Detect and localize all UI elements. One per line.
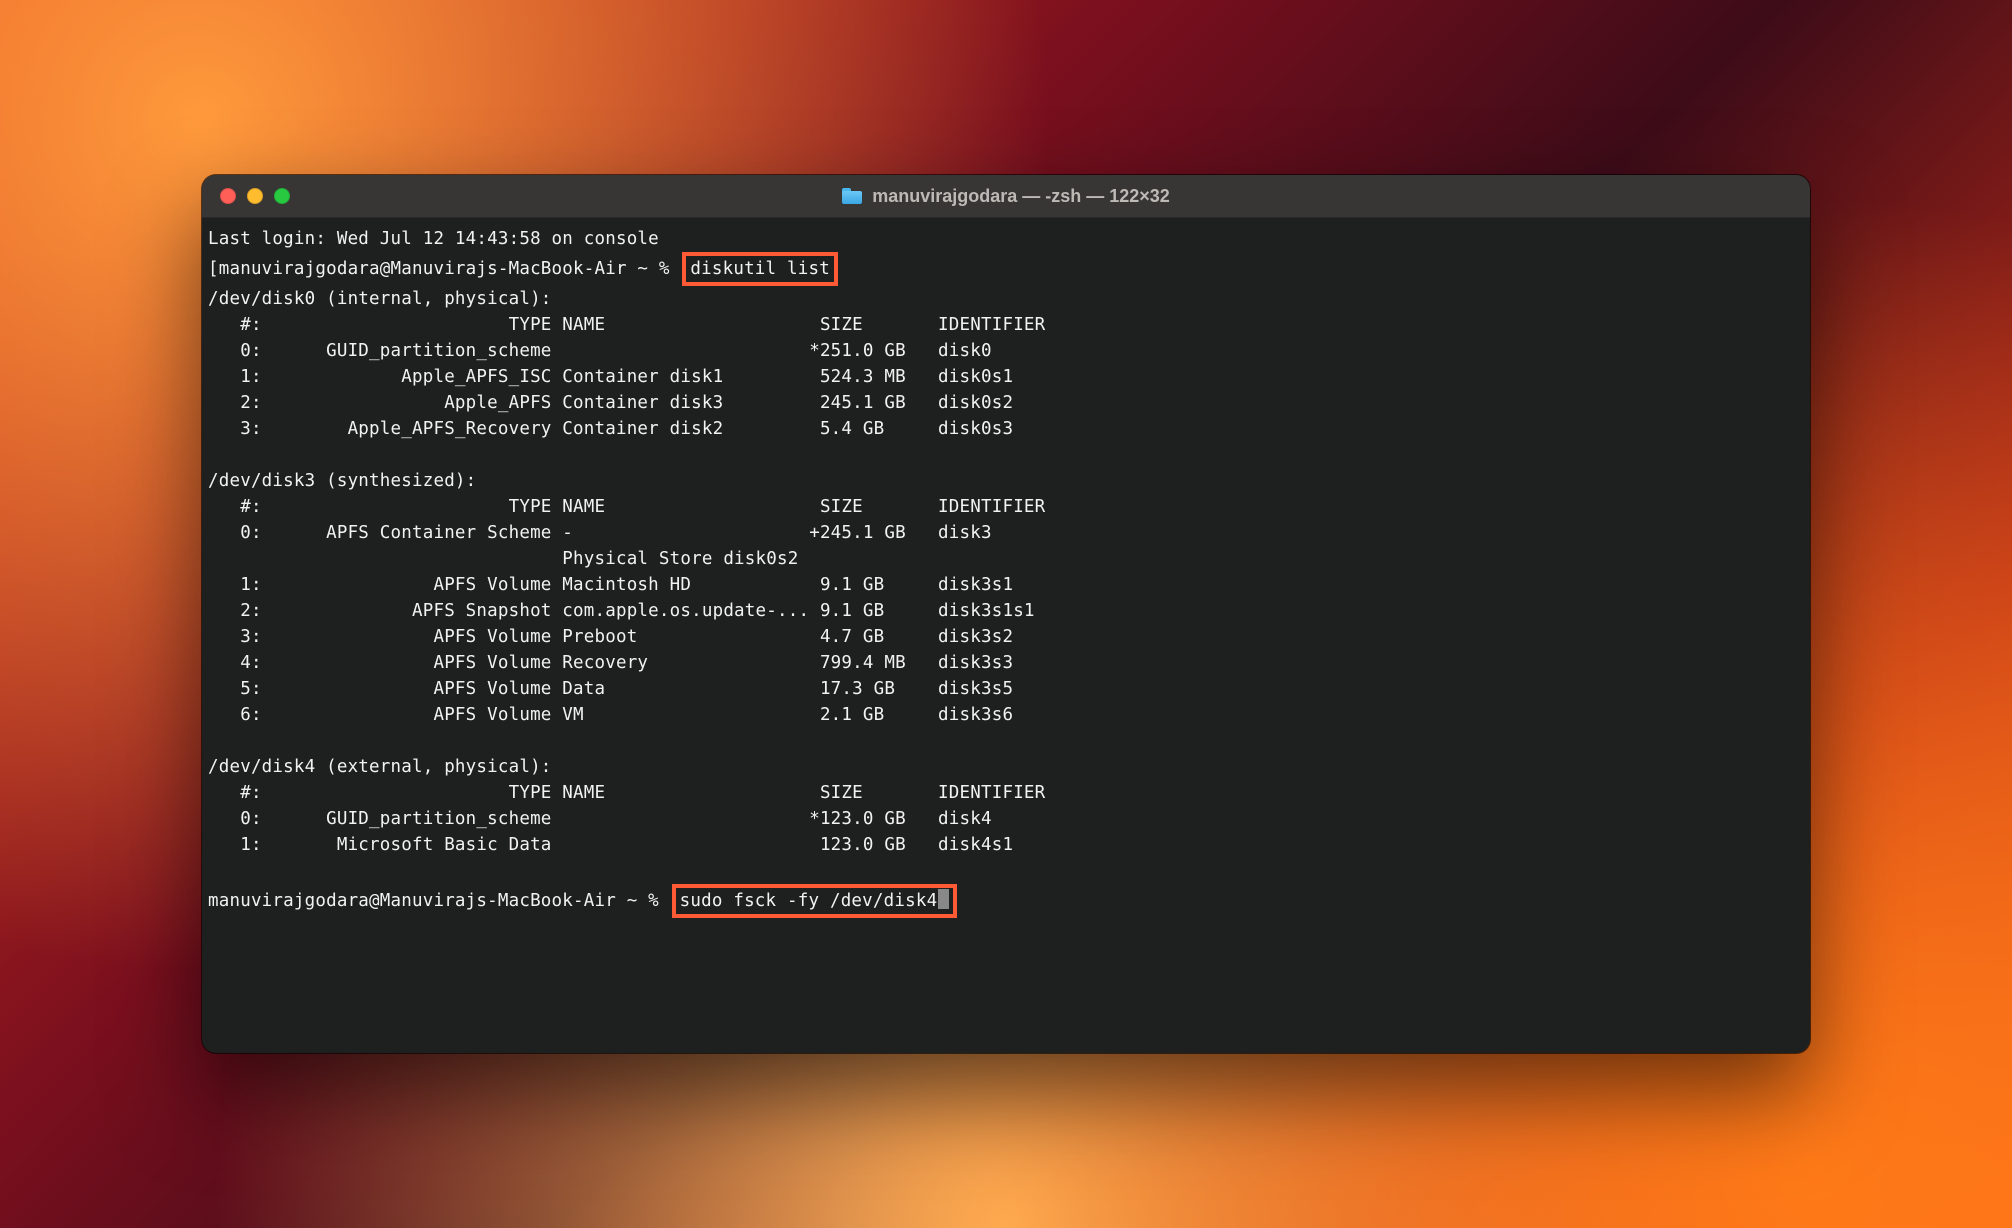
desktop-wallpaper: manuvirajgodara — -zsh — 122×32 Last log…: [0, 0, 2012, 1228]
last-login-line: Last login: Wed Jul 12 14:43:58 on conso…: [208, 229, 659, 249]
window-title: manuvirajgodara — -zsh — 122×32: [842, 186, 1170, 207]
disk0-row-3: 3: Apple_APFS_Recovery Container disk2 5…: [208, 419, 1013, 439]
prompt-1-prefix: [manuvirajgodara@Manuvirajs-MacBook-Air …: [208, 259, 680, 279]
disk3-header: /dev/disk3 (synthesized):: [208, 471, 476, 491]
terminal-window: manuvirajgodara — -zsh — 122×32 Last log…: [202, 175, 1810, 1053]
traffic-lights: [220, 188, 290, 204]
disk3-row-6: 6: APFS Volume VM 2.1 GB disk3s6: [208, 705, 1013, 725]
cursor-block-icon: [938, 889, 949, 909]
window-title-text: manuvirajgodara — -zsh — 122×32: [872, 186, 1170, 207]
disk3-row-2: 2: APFS Snapshot com.apple.os.update-...…: [208, 601, 1035, 621]
disk0-row-2: 2: Apple_APFS Container disk3 245.1 GB d…: [208, 393, 1013, 413]
prompt-2-prefix: manuvirajgodara@Manuvirajs-MacBook-Air ~…: [208, 891, 670, 911]
disk0-row-1: 1: Apple_APFS_ISC Container disk1 524.3 …: [208, 367, 1013, 387]
cmd-fsck: sudo fsck -fy /dev/disk4: [680, 891, 938, 911]
terminal-viewport[interactable]: Last login: Wed Jul 12 14:43:58 on conso…: [202, 218, 1810, 924]
disk4-row-1: 1: Microsoft Basic Data 123.0 GB disk4s1: [208, 835, 1013, 855]
highlight-diskutil: diskutil list: [682, 252, 838, 286]
disk4-row-0: 0: GUID_partition_scheme *123.0 GB disk4: [208, 809, 992, 829]
folder-icon: [842, 188, 862, 204]
minimize-icon[interactable]: [247, 188, 263, 204]
disk3-row-4: 4: APFS Volume Recovery 799.4 MB disk3s3: [208, 653, 1013, 673]
cmd-diskutil: diskutil list: [690, 259, 830, 279]
disk3-columns: #: TYPE NAME SIZE IDENTIFIER: [208, 497, 1045, 517]
disk0-row-0: 0: GUID_partition_scheme *251.0 GB disk0: [208, 341, 992, 361]
close-icon[interactable]: [220, 188, 236, 204]
disk4-columns: #: TYPE NAME SIZE IDENTIFIER: [208, 783, 1045, 803]
disk0-header: /dev/disk0 (internal, physical):: [208, 289, 552, 309]
disk3-row-0: 0: APFS Container Scheme - +245.1 GB dis…: [208, 523, 992, 543]
disk3-row-1: 1: APFS Volume Macintosh HD 9.1 GB disk3…: [208, 575, 1013, 595]
zoom-icon[interactable]: [274, 188, 290, 204]
window-titlebar[interactable]: manuvirajgodara — -zsh — 122×32: [202, 175, 1810, 218]
disk3-phys-store: Physical Store disk0s2: [208, 549, 798, 569]
highlight-fsck: sudo fsck -fy /dev/disk4: [672, 884, 958, 918]
disk4-header: /dev/disk4 (external, physical):: [208, 757, 552, 777]
disk3-row-5: 5: APFS Volume Data 17.3 GB disk3s5: [208, 679, 1013, 699]
disk3-row-3: 3: APFS Volume Preboot 4.7 GB disk3s2: [208, 627, 1013, 647]
disk0-columns: #: TYPE NAME SIZE IDENTIFIER: [208, 315, 1045, 335]
